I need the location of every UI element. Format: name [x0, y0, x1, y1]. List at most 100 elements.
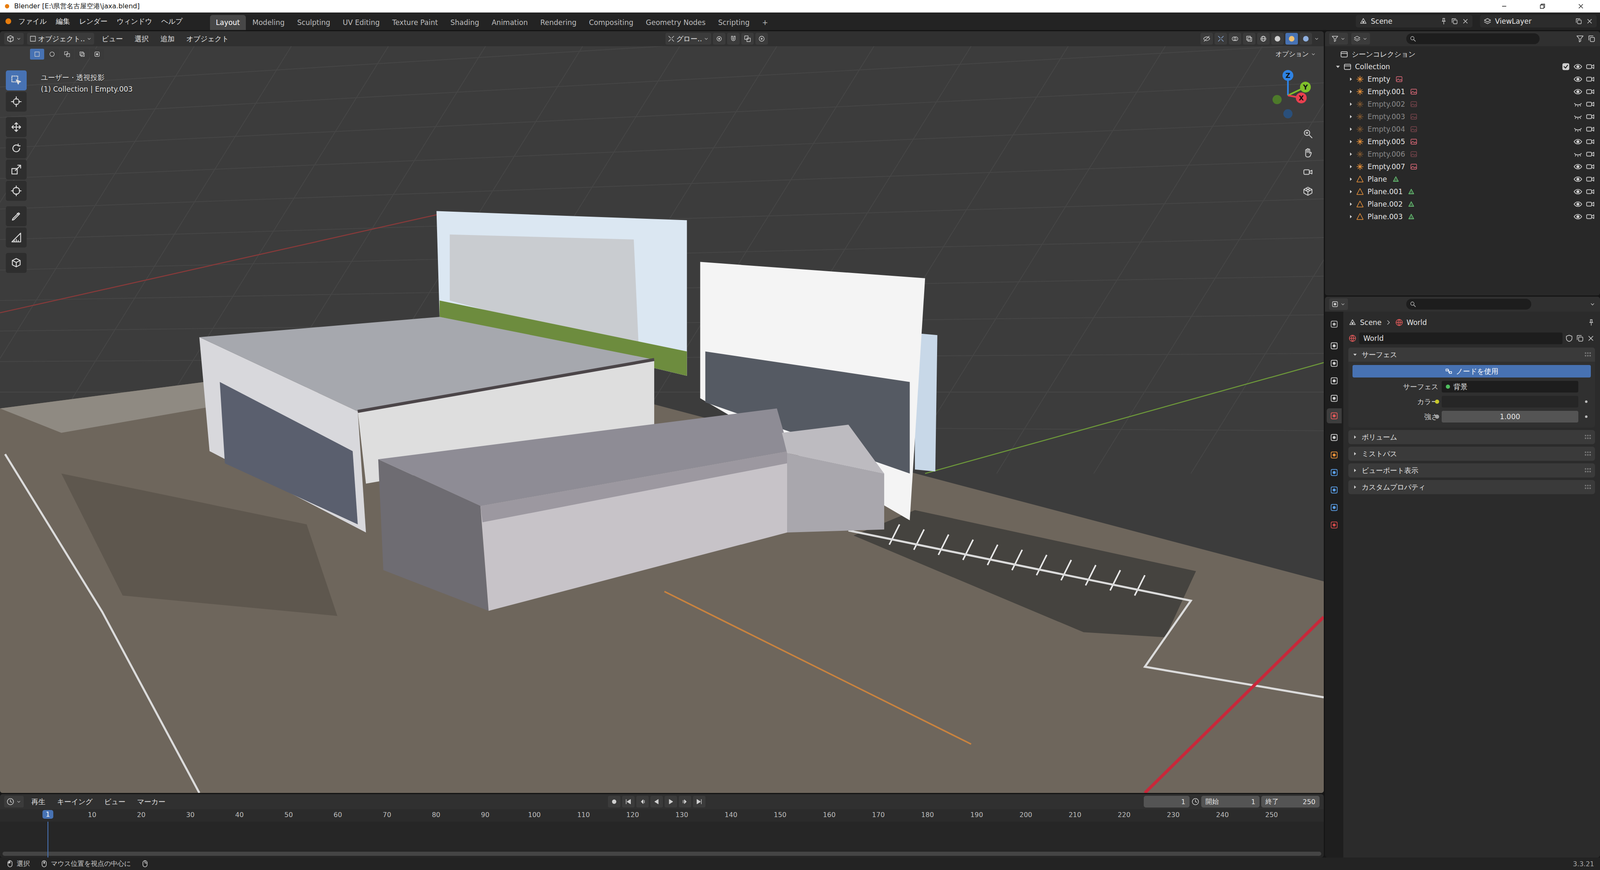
properties-tab[interactable]	[1326, 316, 1342, 332]
blender-menu-icon[interactable]	[3, 16, 14, 27]
pin-icon[interactable]	[1587, 318, 1595, 327]
use-nodes-button[interactable]: ノードを使用	[1352, 365, 1591, 378]
tool-button[interactable]	[5, 206, 27, 227]
outliner-row[interactable]: Empty	[1325, 72, 1600, 86]
timeline-scrollbar[interactable]	[2, 851, 1322, 856]
workspace-tab[interactable]: UV Editing	[337, 15, 386, 30]
add-workspace-button[interactable]: +	[756, 15, 774, 30]
eye-icon[interactable]	[1573, 137, 1583, 147]
editor-type-button[interactable]	[4, 32, 24, 45]
keyframe-decorator[interactable]	[1585, 400, 1588, 403]
playhead[interactable]	[47, 821, 49, 858]
minimize-button[interactable]	[1485, 0, 1524, 13]
world-name-field[interactable]: World	[1359, 332, 1563, 345]
pan-button[interactable]	[1299, 144, 1317, 162]
maximize-button[interactable]	[1523, 0, 1562, 13]
outliner-row[interactable]: Plane.001	[1325, 185, 1600, 198]
exclude-checkbox-icon[interactable]	[1561, 62, 1570, 71]
render-icon[interactable]	[1585, 62, 1595, 72]
next-key-button[interactable]	[678, 795, 692, 808]
eye-closed-icon[interactable]	[1573, 124, 1583, 134]
workspace-tab[interactable]: Texture Paint	[386, 15, 444, 30]
workspace-tab[interactable]: Animation	[485, 15, 534, 30]
workspace-tab[interactable]: Layout	[210, 15, 246, 30]
render-icon[interactable]	[1585, 112, 1595, 122]
workspace-tab[interactable]: Modeling	[246, 15, 291, 30]
copy-icon[interactable]	[1450, 17, 1459, 25]
filter-icon[interactable]	[1575, 34, 1585, 43]
properties-tab[interactable]	[1326, 500, 1342, 515]
remove-icon[interactable]	[1585, 17, 1594, 25]
tool-button[interactable]	[5, 70, 27, 91]
outliner-search[interactable]	[1406, 33, 1540, 45]
scene-selector[interactable]: Scene	[1355, 15, 1473, 28]
start-frame-field[interactable]: 開始1	[1201, 795, 1260, 808]
properties-tab[interactable]	[1326, 430, 1342, 445]
camera-view-button[interactable]	[1299, 163, 1317, 181]
play-button[interactable]	[664, 795, 678, 808]
render-icon[interactable]	[1585, 187, 1595, 197]
close-button[interactable]	[1561, 0, 1600, 13]
viewport-menu[interactable]: オブジェクト	[182, 32, 233, 46]
panel-header[interactable]: ビューポート表示	[1348, 463, 1595, 478]
gizmo-button[interactable]	[1214, 32, 1228, 45]
workspace-tab[interactable]: Scripting	[712, 15, 756, 30]
eye-icon[interactable]	[1573, 162, 1583, 172]
eye-icon[interactable]	[1573, 212, 1583, 222]
outliner-row[interactable]: Empty.005	[1325, 135, 1600, 148]
tool-button[interactable]	[5, 180, 27, 201]
outliner-row[interactable]: Plane	[1325, 172, 1600, 186]
outliner-row[interactable]: Empty.002	[1325, 97, 1600, 111]
expand-icon[interactable]	[1347, 100, 1355, 108]
properties-tab[interactable]	[1326, 465, 1342, 480]
expand-icon[interactable]	[1347, 138, 1355, 145]
outliner-row[interactable]: シーンコレクション	[1325, 47, 1600, 61]
select-mode-button[interactable]	[45, 48, 60, 60]
eye-icon[interactable]	[1573, 187, 1583, 197]
snap-target-button[interactable]	[741, 32, 754, 45]
tool-button[interactable]	[5, 91, 27, 112]
workspace-tab[interactable]: Sculpting	[291, 15, 336, 30]
expand-icon[interactable]	[1347, 75, 1355, 83]
zoom-button[interactable]	[1299, 125, 1317, 143]
render-icon[interactable]	[1585, 162, 1595, 172]
viewport-menu[interactable]: 選択	[130, 32, 153, 46]
display-mode-button[interactable]	[1351, 32, 1370, 45]
select-mode-button[interactable]	[30, 48, 45, 60]
expand-icon[interactable]	[1334, 62, 1342, 71]
expand-icon[interactable]	[1347, 213, 1355, 220]
eye-icon[interactable]	[1573, 74, 1583, 84]
visibility-button[interactable]	[1200, 32, 1213, 45]
frame-ruler[interactable]: 1020304050607080901001101201301401501601…	[0, 809, 1324, 822]
auto-key-button[interactable]	[607, 795, 621, 808]
properties-tab[interactable]	[1326, 482, 1342, 498]
render-icon[interactable]	[1585, 199, 1595, 209]
eye-icon[interactable]	[1573, 87, 1583, 97]
properties-tab[interactable]	[1326, 408, 1342, 424]
expand-icon[interactable]	[1347, 150, 1355, 158]
transform-orientation[interactable]: グロー..	[665, 32, 712, 45]
outliner-row[interactable]: Collection	[1325, 60, 1600, 73]
panel-header[interactable]: カスタムプロパティ	[1348, 480, 1595, 495]
properties-search[interactable]	[1406, 298, 1532, 310]
panel-header[interactable]: サーフェス	[1348, 347, 1595, 362]
render-icon[interactable]	[1585, 74, 1595, 84]
outliner-row[interactable]: Empty.001	[1325, 85, 1600, 98]
editor-type-button[interactable]	[1329, 298, 1348, 310]
shading-mode-button[interactable]	[1257, 32, 1270, 45]
color-field[interactable]	[1441, 395, 1579, 408]
fake-user-icon[interactable]	[1565, 334, 1574, 343]
mode-selector[interactable]: オブジェクト..	[27, 32, 95, 45]
viewport-menu[interactable]: 追加	[156, 32, 179, 46]
shading-mode-button[interactable]	[1271, 32, 1284, 45]
view-layer-selector[interactable]: ViewLayer	[1480, 15, 1597, 28]
tool-button[interactable]	[5, 159, 27, 180]
expand-icon[interactable]	[1347, 88, 1355, 95]
viewport[interactable]: オプションユーザー・透視投影(1) Collection | Empty.003…	[0, 46, 1324, 793]
menu-item[interactable]: 編集	[51, 15, 75, 28]
panel-header[interactable]: ミストパス	[1348, 446, 1595, 461]
outliner-row[interactable]: Plane.003	[1325, 210, 1600, 223]
editor-type-button[interactable]	[1329, 32, 1348, 45]
render-icon[interactable]	[1585, 212, 1595, 222]
end-frame-field[interactable]: 終了250	[1261, 795, 1320, 808]
